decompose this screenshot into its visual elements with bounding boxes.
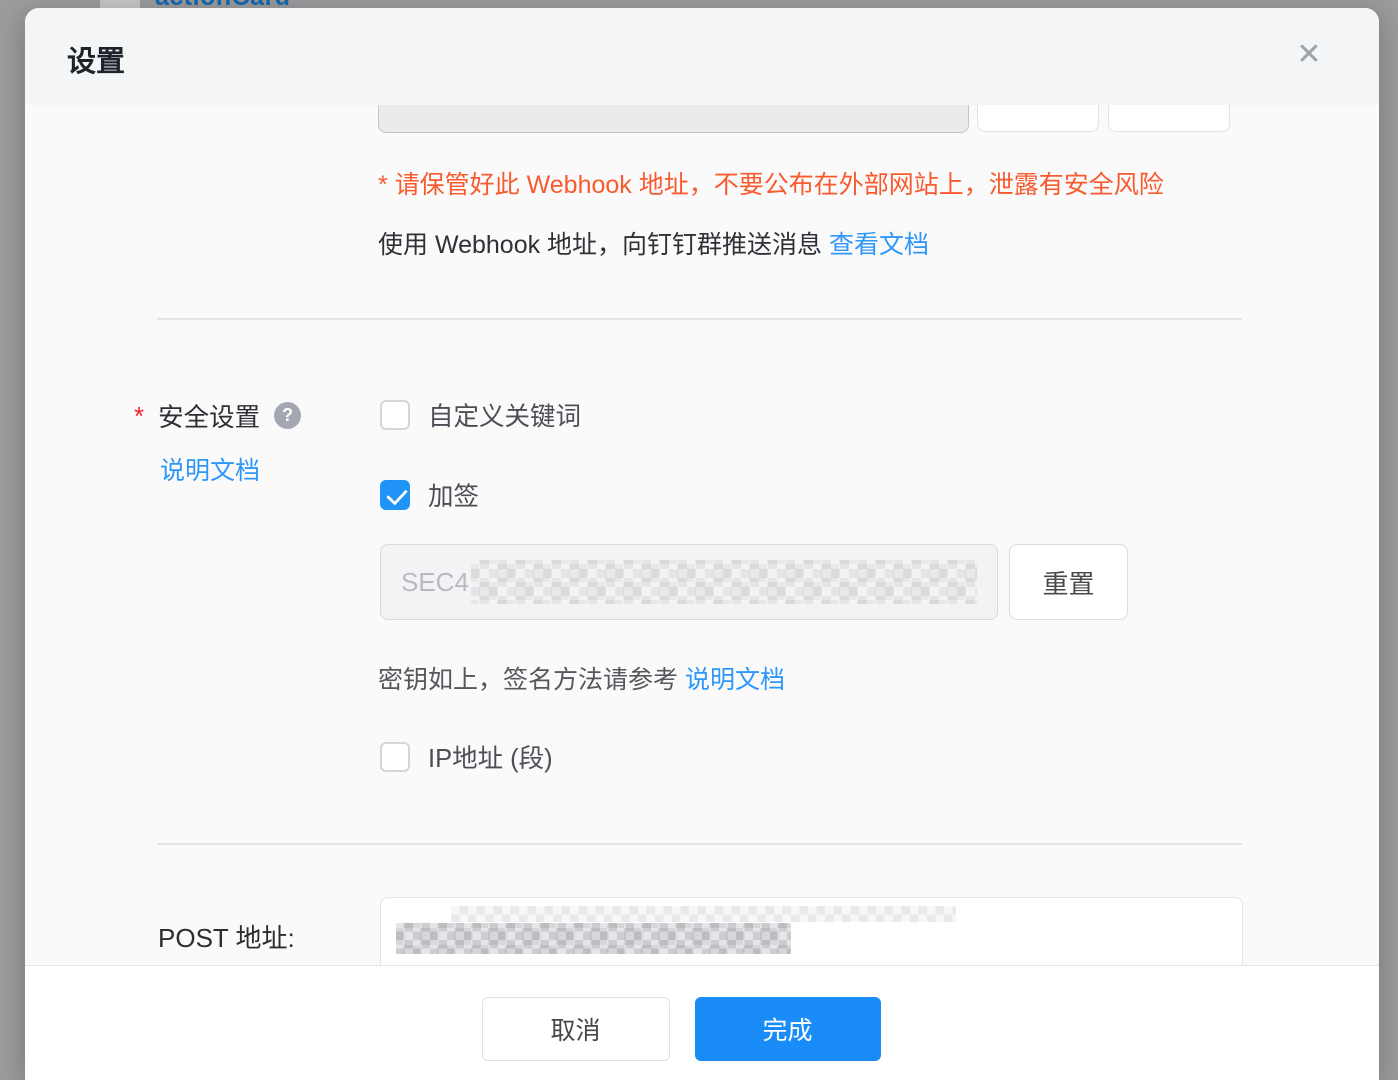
security-settings-label-row: * 安全设置 ?	[134, 397, 301, 434]
settings-dialog: 设置 ✕ * 请保管好此 Webhook 地址，不要公布在外部网站上，泄露有安全…	[25, 8, 1379, 1080]
footer-button-row: 取消 完成	[25, 997, 1358, 1061]
keywords-checkbox[interactable]	[380, 400, 410, 430]
security-docs-link[interactable]: 说明文档	[160, 451, 260, 487]
reset-button[interactable]: 重置	[1009, 544, 1128, 620]
option-row-keywords: 自定义关键词	[380, 396, 581, 433]
section-divider	[157, 843, 1242, 845]
cancel-button[interactable]: 取消	[482, 997, 670, 1061]
required-asterisk: *	[134, 401, 144, 431]
sign-checkbox-label: 加签	[428, 476, 479, 513]
option-row-ip: IP地址 (段)	[380, 738, 553, 775]
keywords-checkbox-label: 自定义关键词	[428, 396, 581, 433]
dialog-body[interactable]: * 请保管好此 Webhook 地址，不要公布在外部网站上，泄露有安全风险 使用…	[25, 105, 1379, 965]
webhook-warning-text: * 请保管好此 Webhook 地址，不要公布在外部网站上，泄露有安全风险	[378, 165, 1164, 201]
dialog-title: 设置	[67, 38, 125, 80]
post-address-label: POST 地址:	[158, 918, 295, 955]
masked-secret-value	[471, 560, 977, 604]
webhook-usage-label: 使用 Webhook 地址，向钉钉群推送消息	[378, 231, 822, 259]
background-page-tab-label: actionCard	[155, 0, 291, 8]
ip-checkbox-label: IP地址 (段)	[428, 738, 553, 775]
screen: actionCard 设置 ✕ * 请保管好此 Webhook 地址，不要公布在…	[0, 0, 1398, 1080]
webhook-usage-text: 使用 Webhook 地址，向钉钉群推送消息 查看文档	[378, 225, 929, 261]
section-divider	[157, 318, 1242, 320]
webhook-action-button-2[interactable]	[1108, 105, 1230, 132]
close-icon[interactable]: ✕	[1291, 37, 1327, 73]
webhook-url-input[interactable]	[378, 105, 969, 133]
masked-post-value	[396, 923, 791, 954]
view-docs-link[interactable]: 查看文档	[829, 231, 929, 259]
sign-secret-prefix: SEC4	[401, 567, 469, 598]
sign-docs-link[interactable]: 说明文档	[685, 666, 785, 694]
help-icon[interactable]: ?	[274, 402, 301, 429]
security-settings-label: 安全设置	[158, 397, 260, 434]
masked-post-value	[451, 906, 956, 922]
sign-checkbox[interactable]	[380, 480, 410, 510]
confirm-button[interactable]: 完成	[695, 997, 881, 1061]
background-page-edge	[100, 0, 140, 8]
option-row-sign: 加签	[380, 476, 479, 513]
ip-checkbox[interactable]	[380, 742, 410, 772]
sign-secret-input[interactable]: SEC4	[380, 544, 998, 620]
sign-hint-label: 密钥如上，签名方法请参考	[378, 666, 678, 694]
background-page-tab: actionCard	[155, 0, 375, 8]
sign-hint-text: 密钥如上，签名方法请参考 说明文档	[378, 660, 785, 696]
dialog-footer: 取消 完成	[25, 965, 1379, 1080]
post-address-input[interactable]	[380, 897, 1243, 965]
dialog-header: 设置 ✕	[25, 8, 1379, 106]
webhook-action-button-1[interactable]	[977, 105, 1099, 132]
